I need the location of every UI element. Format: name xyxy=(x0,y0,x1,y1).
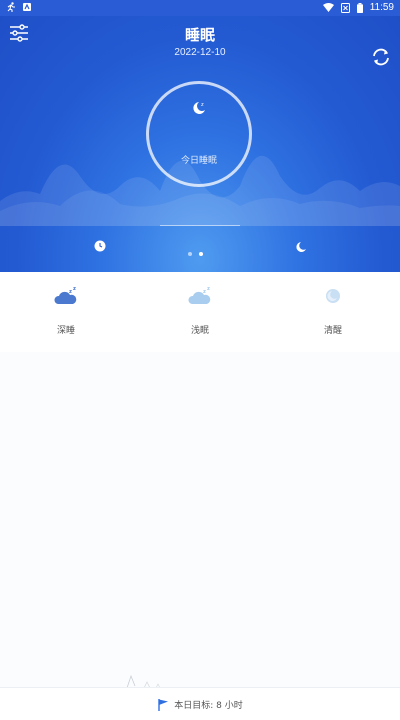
wifi-icon xyxy=(322,3,334,12)
sleep-chart-area xyxy=(0,352,400,687)
app-notification-icon xyxy=(23,3,31,11)
page-indicator xyxy=(188,252,203,256)
page-dot[interactable] xyxy=(188,252,192,256)
no-sim-icon xyxy=(340,2,350,13)
moon-zzz-icon: z xyxy=(193,102,205,114)
refresh-icon[interactable] xyxy=(370,46,392,68)
status-bar: 11:59 xyxy=(0,0,400,16)
daily-goal[interactable]: 本日目标: 8 小时 xyxy=(0,698,400,711)
page-dot-active[interactable] xyxy=(199,252,203,256)
light-sleep-cloud-icon: z z xyxy=(188,286,211,304)
legend-label-awake: 清醒 xyxy=(323,326,342,336)
legend-label-light-sleep: 浅眠 xyxy=(190,326,209,336)
flag-icon xyxy=(158,699,169,711)
awake-moon-icon xyxy=(326,289,340,303)
legend-label-deep-sleep: 深睡 xyxy=(56,326,75,336)
status-time: 11:59 xyxy=(369,2,394,13)
page-title: 睡眠 xyxy=(184,26,215,44)
legend-item-awake: 清醒 xyxy=(303,286,363,336)
svg-text:z: z xyxy=(203,289,206,295)
goal-footer: 本日目标: 8 小时 xyxy=(0,687,400,720)
sleep-progress-ring xyxy=(146,81,252,187)
battery-icon xyxy=(356,2,363,13)
today-sleep-label: 今日睡眠 xyxy=(180,156,217,166)
timeline-divider xyxy=(160,225,240,226)
svg-text:z: z xyxy=(207,286,210,292)
running-icon xyxy=(7,2,15,12)
moon-icon xyxy=(296,242,306,252)
svg-text:z: z xyxy=(201,102,204,108)
sleep-hero: 睡眠 2022-12-10 z 今日睡眠 xyxy=(0,16,400,272)
sleep-date[interactable]: 2022-12-10 xyxy=(0,47,400,58)
svg-text:z: z xyxy=(69,289,72,295)
clock-icon xyxy=(94,240,106,252)
sleep-legend: z z 深睡 z z 浅眠 清醒 xyxy=(0,272,400,352)
status-bar-left xyxy=(6,2,32,12)
svg-text:z: z xyxy=(73,286,76,292)
status-bar-right: 11:59 xyxy=(322,2,394,13)
daily-goal-text: 本日目标: 8 小时 xyxy=(174,701,243,711)
legend-item-deep-sleep: z z 深睡 xyxy=(36,286,96,336)
deep-sleep-cloud-icon: z z xyxy=(54,286,77,304)
legend-item-light-sleep: z z 浅眠 xyxy=(170,286,230,336)
